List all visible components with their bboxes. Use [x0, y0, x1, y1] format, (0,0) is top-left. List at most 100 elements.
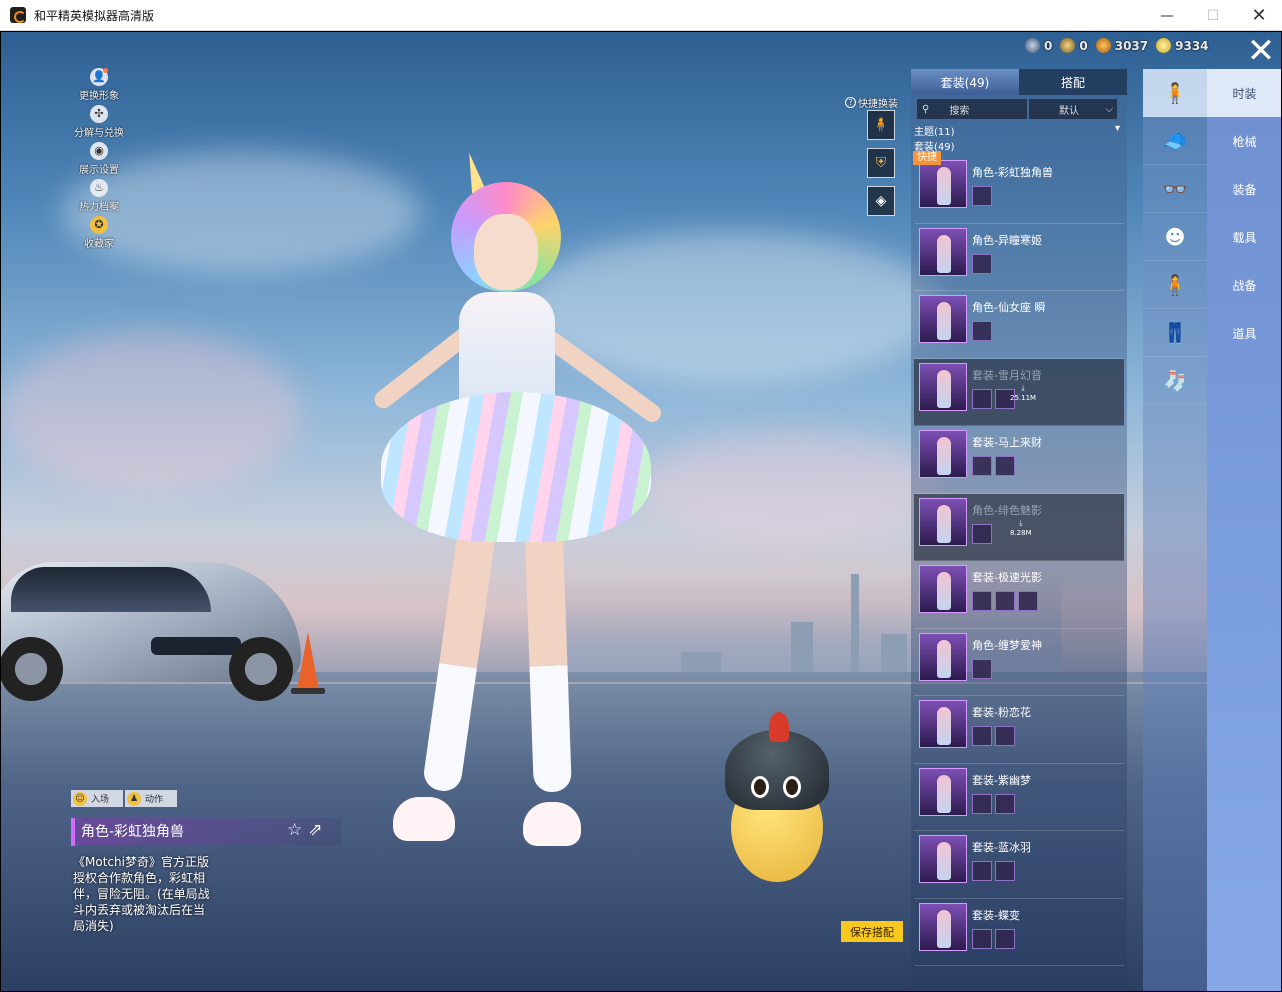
sort-dropdown[interactable]: 默认 ⌵	[1029, 99, 1117, 119]
tab-combos[interactable]: 搭配	[1019, 69, 1127, 95]
save-outfit-button[interactable]: 保存搭配	[841, 921, 903, 942]
body-figure-icon[interactable]: 🧍	[1143, 261, 1207, 309]
action-tabs: ☺ 入场 ♟ 动作	[71, 790, 178, 807]
pants-icon[interactable]: 👖	[1143, 309, 1207, 357]
outfit-figure	[937, 707, 951, 745]
character-model[interactable]	[331, 150, 711, 882]
download-indicator[interactable]: ⤓ 25.11M	[1010, 383, 1036, 403]
outfit-parts	[972, 793, 1015, 814]
main-tab[interactable]: 时装	[1207, 69, 1281, 117]
close-icon[interactable]: ✕	[1243, 34, 1279, 70]
outfit-panel: 套装(49) 搭配 ⚲ 搜索 默认 ⌵ 主题(11) ▾ 套装(49) 快捷 角…	[911, 69, 1127, 991]
collector-button[interactable]: ✪ 收藏家	[59, 216, 139, 253]
glasses-icon[interactable]: 👓	[1143, 165, 1207, 213]
traffic-cone	[297, 632, 319, 690]
part-thumbnail	[995, 793, 1015, 814]
tower	[851, 574, 859, 682]
menu-label: 热力档案	[79, 202, 119, 213]
outfit-card[interactable]: 角色-缠梦爱神	[914, 629, 1124, 696]
character-skirt	[381, 392, 651, 542]
part-thumbnail	[972, 793, 992, 814]
part-thumbnail	[972, 523, 992, 544]
coin-yellow-icon	[1156, 38, 1172, 53]
quick-change-label[interactable]: ? 快捷换装	[845, 95, 898, 110]
help-icon: ?	[845, 97, 856, 108]
search-placeholder: 搜索	[949, 105, 970, 117]
quick-change-text: 快捷换装	[858, 99, 898, 110]
outfit-thumbnail	[919, 295, 967, 343]
motion-icon: ♟	[127, 791, 142, 806]
outfit-figure	[937, 167, 951, 205]
outfit-card[interactable]: 角色-仙女座 瞬	[914, 291, 1124, 359]
car-grille	[151, 637, 241, 655]
main-tab[interactable]: 装备	[1207, 165, 1281, 213]
quick-slot-emblem[interactable]: ⛨	[867, 148, 895, 178]
outfit-card[interactable]: 套装-蝶变	[914, 899, 1124, 966]
change-avatar-button[interactable]: 👤 更换形象	[59, 68, 139, 105]
outfit-figure	[937, 774, 951, 813]
character-leg-left	[421, 510, 499, 794]
face-icon[interactable]: ☻	[1143, 213, 1207, 261]
outfit-figure	[937, 504, 951, 543]
currency-yellow: 9334	[1156, 38, 1209, 53]
app-logo-icon	[10, 7, 26, 23]
sort-label: 默认	[1059, 105, 1079, 117]
outfit-figure	[937, 302, 951, 340]
outfit-card[interactable]: 角色-绯色魅影 ⤓ 8.28M	[914, 493, 1124, 561]
heat-archive-button[interactable]: ♨ 热力档案	[59, 179, 139, 216]
maximize-button[interactable]: ☐	[1190, 0, 1236, 31]
quick-slot-diamond[interactable]: ◈	[867, 186, 895, 216]
outfit-figure	[937, 572, 951, 610]
outfit-card[interactable]: 套装-粉恋花	[914, 696, 1124, 764]
main-tab[interactable]: 战备	[1207, 261, 1281, 309]
outfit-parts	[972, 456, 1015, 476]
category-icon-column: 🧍 🧢 👓 ☻ 🧍 👖 🧦	[1143, 69, 1207, 991]
chevron-down-icon: ⌵	[1105, 103, 1113, 115]
quick-slot-figure[interactable]: 🧍	[867, 110, 895, 140]
tab-label: 动作	[145, 795, 164, 805]
share-icon[interactable]: ⇗	[308, 820, 322, 840]
display-settings-button[interactable]: ◉ 展示设置	[59, 142, 139, 179]
minimize-button[interactable]: —	[1144, 0, 1190, 31]
outfit-card[interactable]: 角色-异瞳寒姬	[914, 224, 1124, 291]
favorite-icon[interactable]: ☆	[287, 820, 302, 840]
window-close-button[interactable]: ✕	[1236, 0, 1282, 31]
outfit-figure	[937, 909, 951, 948]
outfit-card[interactable]: 套装-极速光影	[914, 561, 1124, 629]
main-tab[interactable]: 道具	[1207, 309, 1281, 357]
coin-gray-icon	[1025, 38, 1040, 53]
download-indicator[interactable]: ⤓ 8.28M	[1010, 518, 1032, 538]
outfit-figure	[937, 842, 951, 880]
outfit-card[interactable]: 角色-彩虹独角兽	[914, 156, 1124, 224]
character-face	[474, 214, 538, 290]
main-tab[interactable]: 载具	[1207, 213, 1281, 261]
item-actions: ☆ ⇗	[287, 820, 323, 840]
motion-tab[interactable]: ♟ 动作	[125, 790, 178, 807]
search-input[interactable]: ⚲ 搜索	[917, 99, 1027, 119]
outfit-figure-icon[interactable]: 🧍	[1143, 69, 1207, 117]
car-wheel	[1, 637, 63, 701]
main-category-tabs: 时装 枪械 装备 载具 战备 道具	[1207, 69, 1281, 991]
outfit-parts	[972, 861, 1015, 881]
decompose-exchange-button[interactable]: ✣ 分解与兑换	[59, 105, 139, 142]
entrance-tab[interactable]: ☺ 入场	[71, 790, 124, 807]
search-icon: ⚲	[922, 103, 930, 115]
theme-group-label: 主题(11)	[914, 127, 955, 138]
theme-group-header[interactable]: 主题(11) ▾	[914, 123, 1120, 138]
socks-icon[interactable]: 🧦	[1143, 357, 1207, 405]
outfit-card[interactable]: 套装-紫幽梦	[914, 764, 1124, 831]
currency-value: 0	[1079, 38, 1088, 53]
main-tab[interactable]: 枪械	[1207, 117, 1281, 165]
chick-pet[interactable]	[721, 712, 831, 912]
part-thumbnail	[995, 591, 1015, 611]
outfit-card[interactable]: 套装-马上来财	[914, 426, 1124, 494]
flame-icon: ♨	[90, 179, 108, 197]
tab-sets[interactable]: 套装(49)	[911, 69, 1019, 95]
cap-icon[interactable]: 🧢	[1143, 117, 1207, 165]
outfit-card[interactable]: 套装-雪月幻音 ⤓ 25.11M	[914, 358, 1124, 426]
caret-down-icon: ▾	[1114, 123, 1120, 134]
left-menu: 👤 更换形象 ✣ 分解与兑换 ◉ 展示设置 ♨ 热力档案 ✪ 收藏家	[59, 68, 139, 253]
outfit-card[interactable]: 套装-蓝冰羽	[914, 831, 1124, 899]
outfit-parts	[972, 928, 1015, 949]
outfit-parts	[972, 591, 1038, 611]
